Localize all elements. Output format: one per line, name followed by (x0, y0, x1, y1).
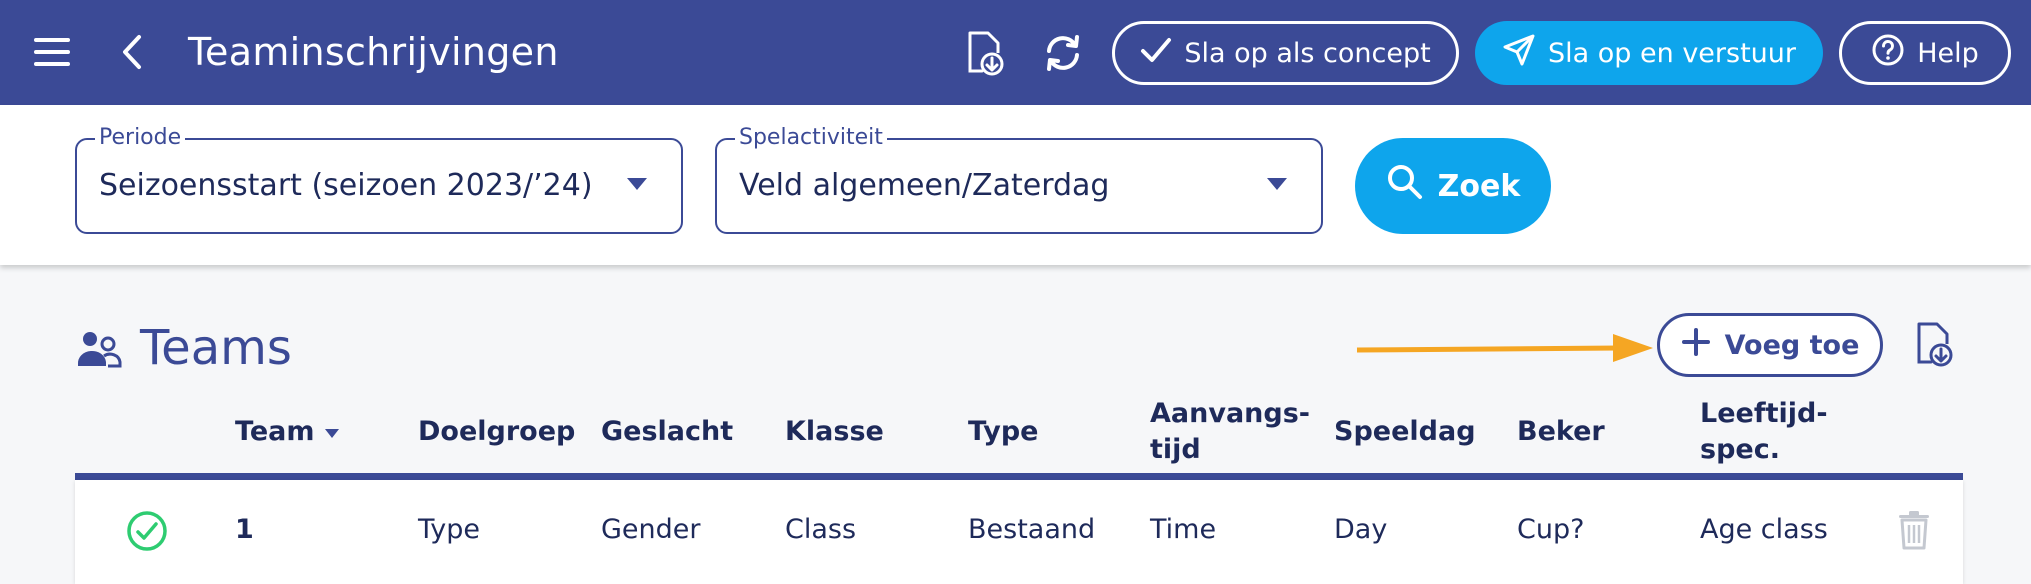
column-header-speeldag: Speeldag (1334, 416, 1476, 447)
column-header-leeftijdspec: Leeftijd- spec. (1700, 396, 1828, 468)
column-header-line: Aanvangs- (1150, 398, 1310, 429)
export-file-icon[interactable] (960, 28, 1008, 78)
cell-type: Bestaand (968, 514, 1096, 545)
check-icon (1140, 36, 1172, 71)
plus-icon (1681, 327, 1711, 364)
back-icon[interactable] (112, 30, 152, 74)
period-value: Seizoensstart (seizoen 2023/’24) (99, 168, 593, 203)
send-icon (1502, 33, 1536, 74)
table-row[interactable]: 1 Type Gender Class Bestaand Time Day Cu… (75, 480, 1963, 584)
column-header-klasse: Klasse (785, 416, 884, 447)
cell-aanvangstijd: Time (1150, 514, 1217, 545)
cell-leeftijdspec: Age class (1700, 514, 1828, 545)
period-label: Periode (95, 125, 186, 150)
help-button[interactable]: Help (1839, 21, 2011, 85)
trash-icon[interactable] (1897, 510, 1931, 550)
export-file-icon[interactable] (1913, 321, 1957, 371)
teams-icon (76, 330, 122, 370)
search-button[interactable]: Zoek (1355, 138, 1551, 234)
column-header-doelgroep: Doelgroep (418, 416, 576, 447)
activity-select[interactable]: Spelactiviteit Veld algemeen/Zaterdag (715, 125, 1323, 234)
caret-down-icon (1267, 178, 1287, 190)
add-team-label: Voeg toe (1724, 329, 1860, 361)
cell-beker: Cup? (1517, 514, 1585, 545)
section-title: Teams (140, 320, 292, 376)
activity-value: Veld algemeen/Zaterdag (739, 168, 1110, 203)
column-header-type: Type (968, 416, 1039, 447)
caret-down-icon (627, 178, 647, 190)
column-header-line: Leeftijd- (1700, 398, 1828, 429)
save-concept-button[interactable]: Sla op als concept (1112, 21, 1459, 85)
save-send-button[interactable]: Sla op en verstuur (1475, 21, 1823, 85)
cell-klasse: Class (785, 514, 857, 545)
help-label: Help (1917, 37, 1979, 69)
column-header-line: spec. (1700, 434, 1780, 465)
top-bar: Teaminschrijvingen Sla op als concept Sl… (0, 0, 2031, 105)
column-header-team[interactable]: Team (235, 414, 339, 450)
column-header-beker: Beker (1517, 416, 1605, 447)
cell-speeldag: Day (1334, 514, 1388, 545)
annotation-arrow (1355, 330, 1655, 366)
column-header-aanvangstijd: Aanvangs- tijd (1150, 396, 1310, 468)
activity-label: Spelactiviteit (735, 125, 887, 150)
add-team-button[interactable]: Voeg toe (1657, 313, 1883, 377)
menu-icon[interactable] (30, 30, 74, 74)
cell-team: 1 (235, 514, 254, 545)
cell-geslacht: Gender (601, 514, 701, 545)
filter-bar: Periode Seizoensstart (seizoen 2023/’24)… (0, 105, 2031, 265)
table-header-rule (75, 473, 1963, 480)
search-icon (1386, 163, 1424, 209)
save-concept-label: Sla op als concept (1184, 37, 1431, 69)
column-header-label: Team (235, 416, 315, 447)
period-select[interactable]: Periode Seizoensstart (seizoen 2023/’24) (75, 125, 683, 234)
help-icon (1871, 33, 1905, 74)
sort-down-icon (324, 428, 339, 438)
column-header-line: tijd (1150, 434, 1201, 465)
refresh-icon[interactable] (1038, 30, 1088, 76)
search-label: Zoek (1437, 168, 1521, 204)
page-title: Teaminschrijvingen (188, 30, 559, 74)
check-circle-icon (126, 510, 168, 552)
column-header-geslacht: Geslacht (601, 416, 734, 447)
save-send-label: Sla op en verstuur (1548, 37, 1796, 69)
cell-doelgroep: Type (418, 514, 481, 545)
